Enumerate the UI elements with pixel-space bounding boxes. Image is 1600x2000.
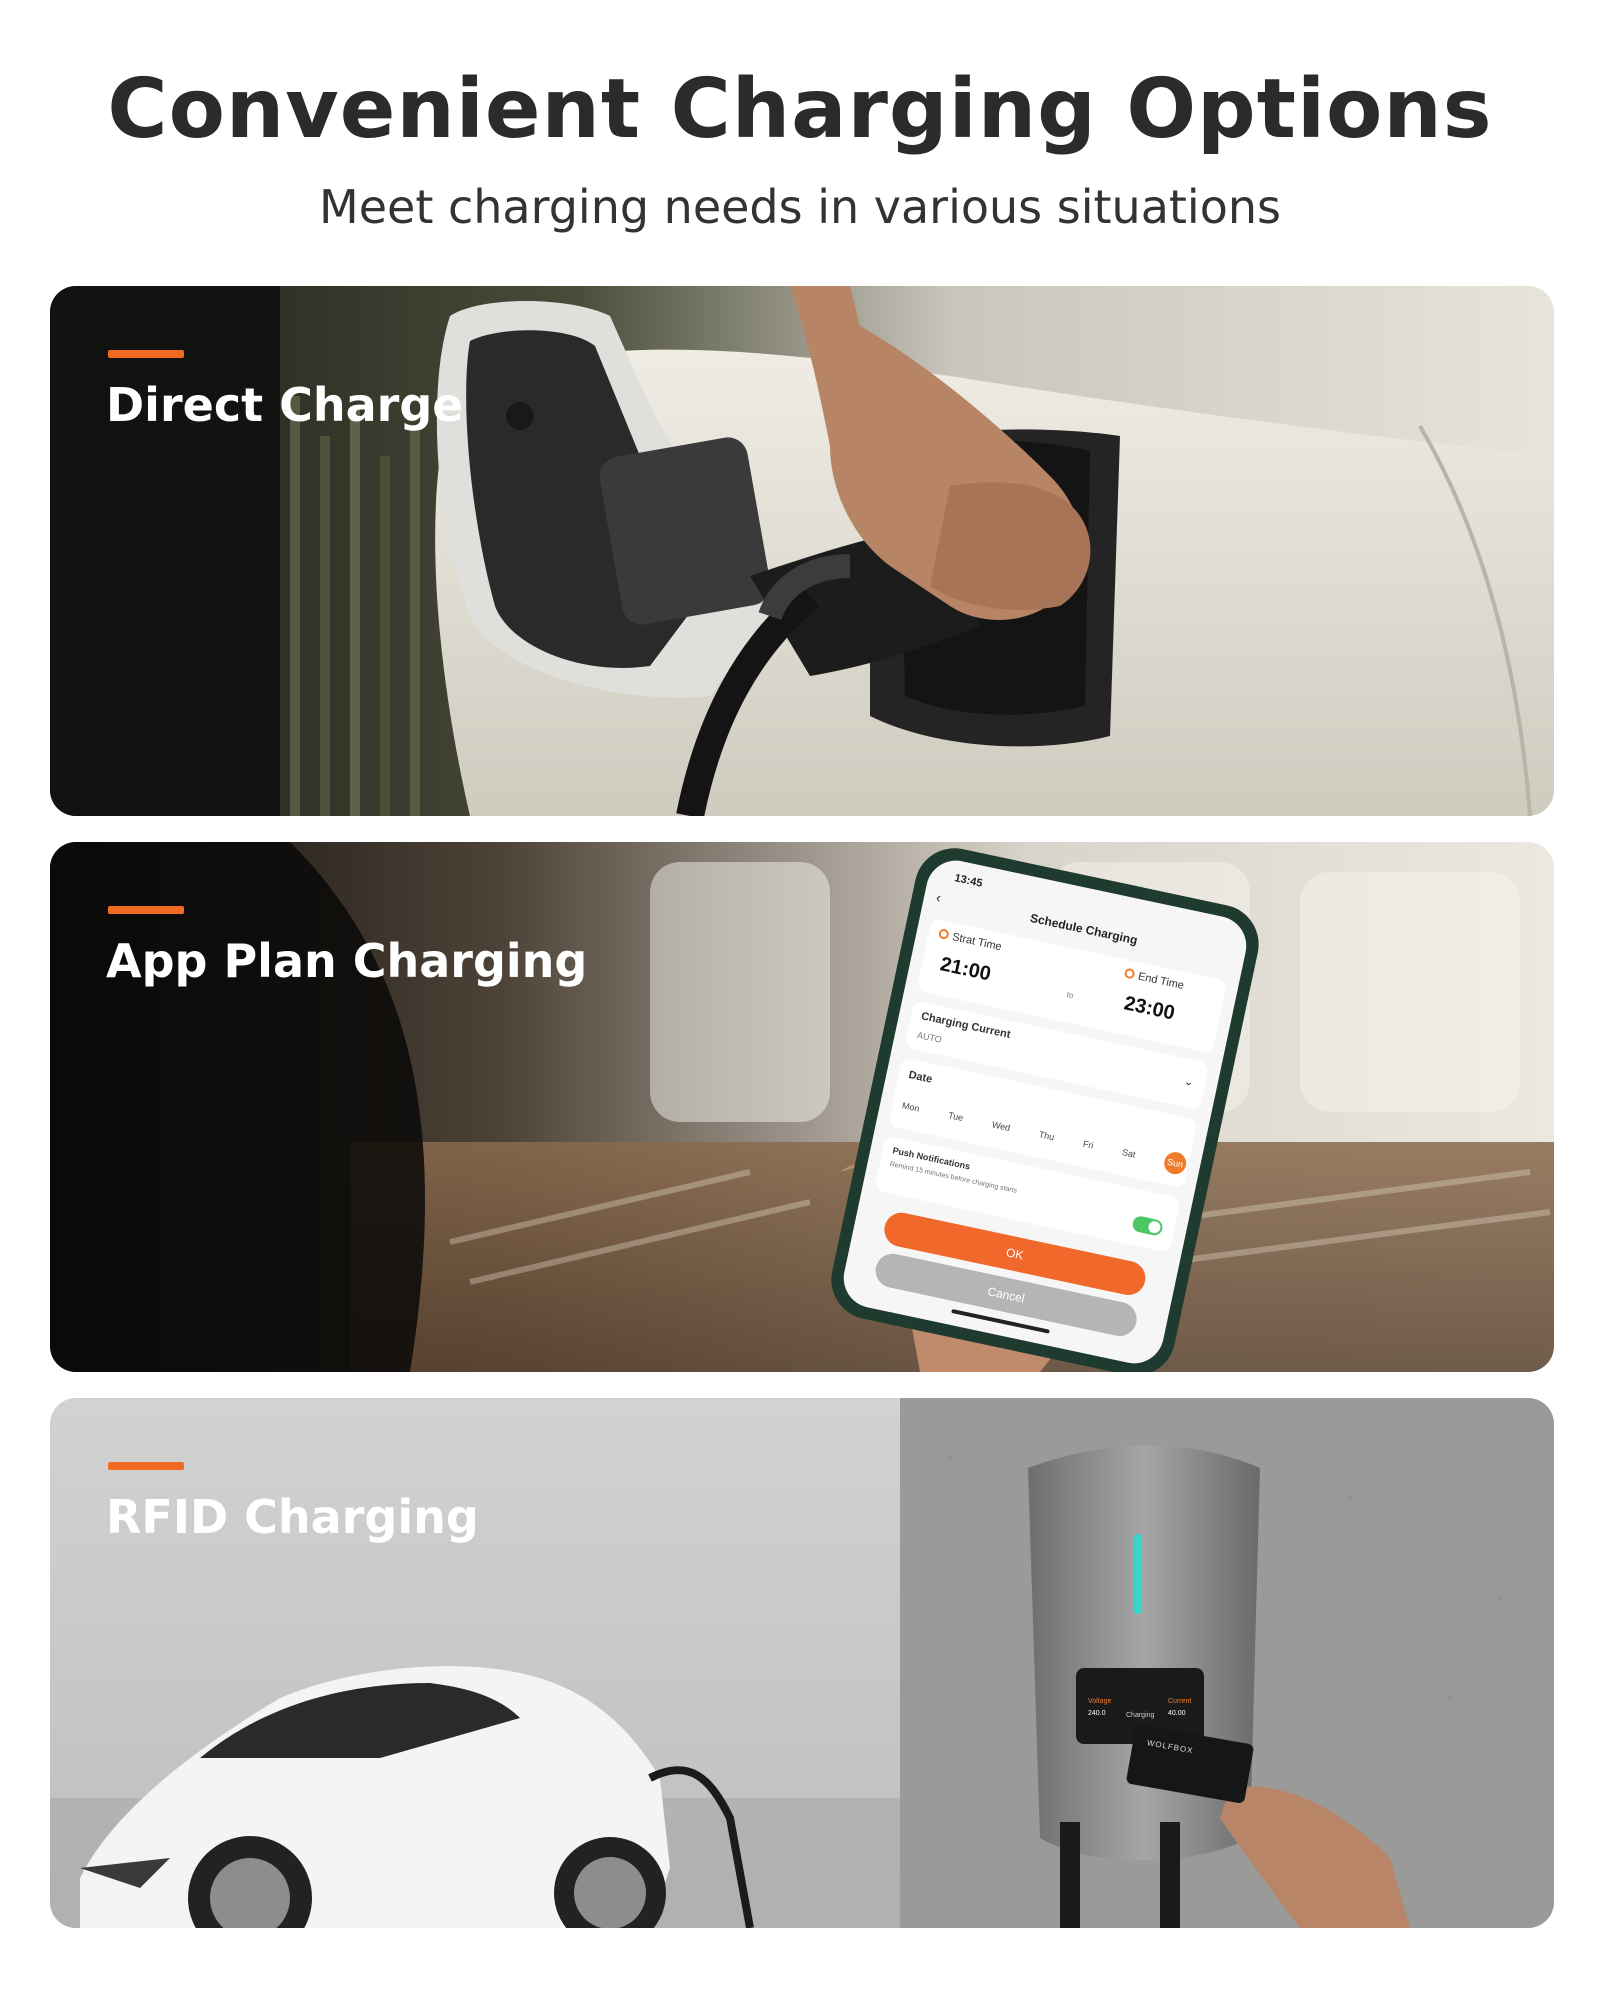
current-value: 40.00 [1168, 1710, 1186, 1717]
day-sat[interactable]: Sat [1120, 1147, 1136, 1165]
day-wed[interactable]: Wed [990, 1119, 1011, 1138]
clock-icon [937, 928, 950, 940]
day-thu[interactable]: Thu [1037, 1129, 1055, 1148]
section-accent-bar [108, 906, 184, 914]
rfid-panel: Voltage 240.0 Charging Current 40.00 WOL… [50, 1398, 1554, 1928]
day-sun-selected[interactable]: Sun [1162, 1150, 1189, 1177]
charging-status-label: Charging [1126, 1712, 1155, 1719]
end-time-label: End Time [1123, 967, 1185, 992]
section-title-rfid-charging: RFID Charging [106, 1490, 479, 1544]
section-title-app-plan-charging: App Plan Charging [106, 934, 588, 988]
section-accent-bar [108, 1462, 184, 1470]
day-fri[interactable]: Fri [1081, 1139, 1094, 1157]
page-title: Convenient Charging Options [107, 62, 1493, 157]
day-mon[interactable]: Mon [900, 1100, 920, 1119]
start-time-value[interactable]: 21:00 [938, 953, 993, 986]
day-tue[interactable]: Tue [946, 1110, 964, 1129]
start-time-label: Strat Time [937, 928, 1003, 953]
date-label: Date [907, 1068, 934, 1086]
section-accent-bar [108, 350, 184, 358]
app-plan-photo [50, 842, 1554, 1372]
end-time-value[interactable]: 23:00 [1122, 992, 1177, 1025]
direct-charge-panel: Direct Charge [50, 286, 1554, 816]
app-plan-panel: App Plan Charging 13:45 ‹ Schedule Charg… [50, 842, 1554, 1372]
to-label: to [1065, 990, 1075, 1001]
charging-current-value: AUTO [916, 1029, 943, 1045]
chevron-down-icon: ⌄ [1182, 1075, 1195, 1090]
page-subtitle: Meet charging needs in various situation… [319, 180, 1281, 234]
section-title-direct-charge: Direct Charge [106, 378, 464, 432]
voltage-label: Voltage [1088, 1698, 1112, 1705]
push-notifications-note: Remind 15 minutes before charging starts [888, 1160, 1018, 1195]
status-bar-clock: 13:45 [953, 872, 984, 890]
rfid-photo [50, 1398, 1554, 1928]
clock-icon [1123, 967, 1136, 980]
voltage-value: 240.0 [1088, 1710, 1106, 1717]
push-notifications-toggle[interactable] [1131, 1214, 1164, 1237]
current-label: Current [1168, 1698, 1192, 1705]
rfid-card-brand: WOLFBOX [1146, 1738, 1195, 1756]
direct-charge-photo [50, 286, 1554, 816]
